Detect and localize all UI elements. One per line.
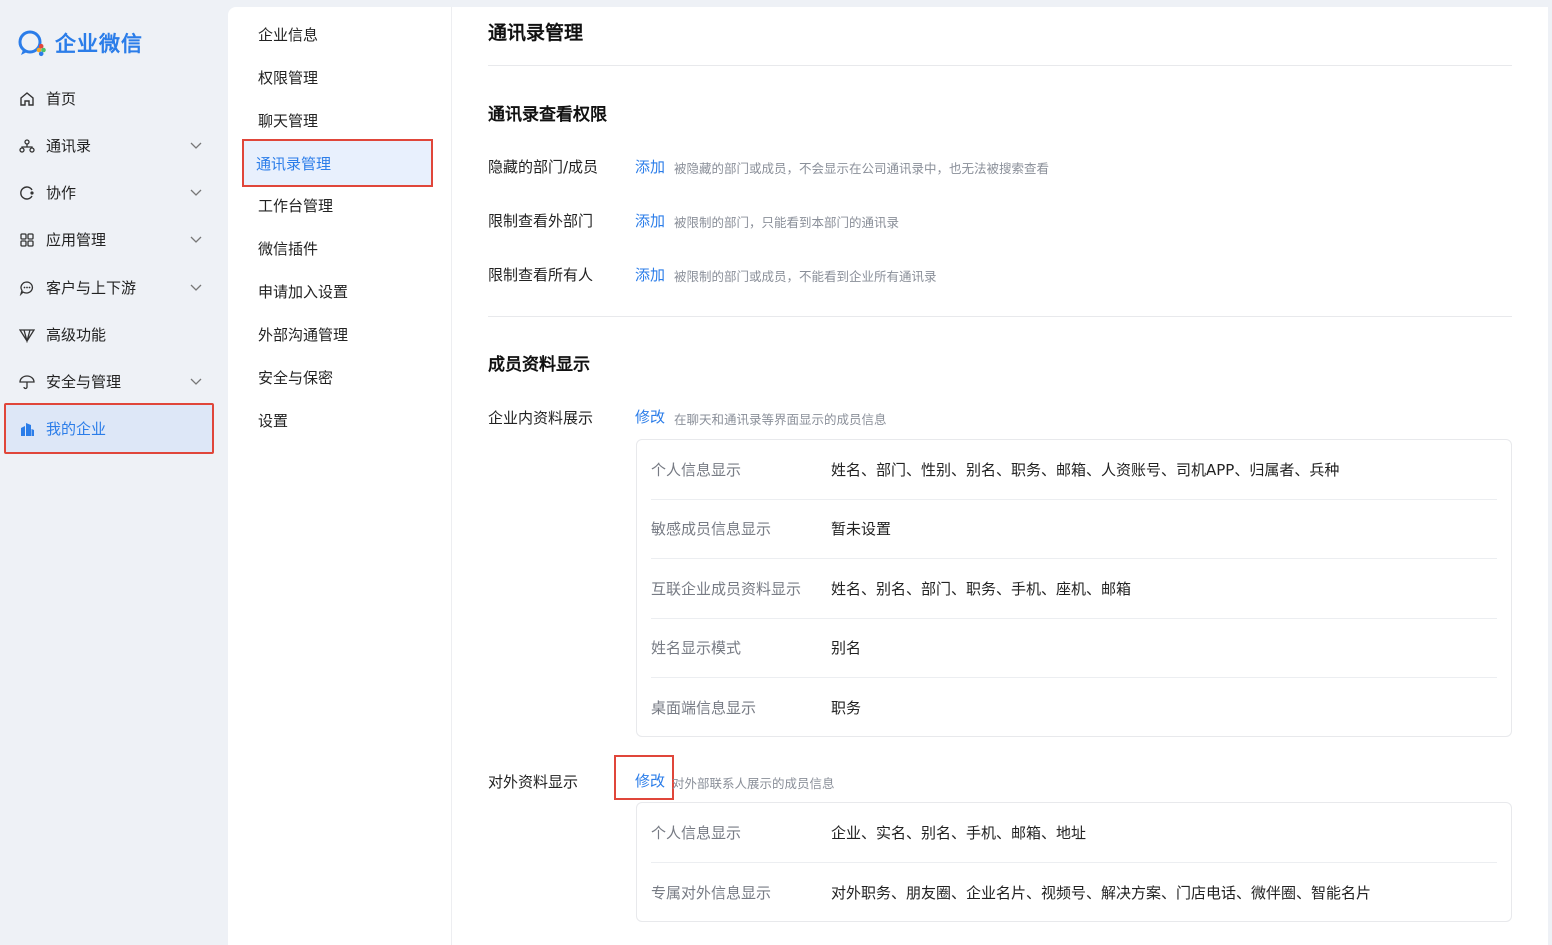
brand-name: 企业微信 <box>55 32 143 56</box>
info-value: 姓名、部门、性别、别名、职务、邮箱、人资账号、司机APP、归属者、兵种 <box>831 460 1340 479</box>
hidden-members-add-link[interactable]: 添加 <box>635 156 665 177</box>
subnav-item-external-comm[interactable]: 外部沟通管理 <box>244 312 432 357</box>
nav-label: 通讯录 <box>46 137 92 155</box>
main-content: 通讯录管理 通讯录查看权限 隐藏的部门/成员 添加 被隐藏的部门或成员，不会显示… <box>488 7 1512 945</box>
chevron-down-icon[interactable] <box>190 281 202 293</box>
sub-nav: 企业信息 权限管理 聊天管理 通讯录管理 工作台管理 微信插件 申请加入设置 外… <box>228 7 452 945</box>
info-key: 个人信息显示 <box>651 460 742 479</box>
internal-display-desc: 在聊天和通讯录等界面显示的成员信息 <box>674 412 887 427</box>
home-icon <box>18 90 36 108</box>
chevron-down-icon[interactable] <box>190 186 202 198</box>
info-key: 姓名显示模式 <box>651 639 742 658</box>
nav-item-advanced[interactable]: 高级功能 <box>4 311 214 358</box>
info-row: 专属对外信息显示 对外职务、朋友圈、企业名片、视频号、解决方案、门店电话、微伴圈… <box>651 863 1497 923</box>
nav-item-contacts[interactable]: 通讯录 <box>4 122 214 169</box>
subnav-item-join-settings[interactable]: 申请加入设置 <box>244 269 432 314</box>
nav-item-home[interactable]: 首页 <box>4 75 214 122</box>
left-nav: 企业微信 首页 通讯录 协作 应用管理 客户与上下游 高级功能 安全与管理 我的… <box>0 0 228 945</box>
external-display-box: 个人信息显示 企业、实名、别名、手机、邮箱、地址 专属对外信息显示 对外职务、朋… <box>636 802 1512 922</box>
divider <box>488 65 1512 66</box>
subnav-item-settings[interactable]: 设置 <box>244 398 432 443</box>
page-title: 通讯录管理 <box>488 22 584 44</box>
internal-display-box: 个人信息显示 姓名、部门、性别、别名、职务、邮箱、人资账号、司机APP、归属者、… <box>636 439 1512 737</box>
nav-item-apps[interactable]: 应用管理 <box>4 216 214 263</box>
info-key: 桌面端信息显示 <box>651 699 757 718</box>
info-row: 个人信息显示 企业、实名、别名、手机、邮箱、地址 <box>651 803 1497 863</box>
external-display-desc: 对外部联系人展示的成员信息 <box>672 776 835 791</box>
internal-display-label: 企业内资料展示 <box>488 409 594 427</box>
nav-item-security[interactable]: 安全与管理 <box>4 358 214 405</box>
nav-label: 高级功能 <box>46 326 107 344</box>
info-row: 互联企业成员资料显示 姓名、别名、部门、职务、手机、座机、邮箱 <box>651 559 1497 619</box>
divider <box>488 316 1512 317</box>
subnav-item-permissions[interactable]: 权限管理 <box>244 55 432 100</box>
nav-label: 安全与管理 <box>46 373 122 391</box>
brand-logo[interactable]: 企业微信 <box>17 28 143 58</box>
restrict-all-desc: 被限制的部门或成员，不能看到企业所有通讯录 <box>674 269 937 284</box>
restrict-all-add-link[interactable]: 添加 <box>635 264 665 285</box>
subnav-item-security[interactable]: 安全与保密 <box>244 355 432 400</box>
info-key: 敏感成员信息显示 <box>651 520 772 539</box>
nav-label: 我的企业 <box>46 420 107 438</box>
info-value: 企业、实名、别名、手机、邮箱、地址 <box>831 823 1087 842</box>
restrict-external-dept-desc: 被限制的部门，只能看到本部门的通讯录 <box>674 215 900 230</box>
info-value: 暂未设置 <box>831 520 892 539</box>
info-row: 桌面端信息显示 职务 <box>651 678 1497 738</box>
restrict-external-dept-add-link[interactable]: 添加 <box>635 210 665 231</box>
info-key: 专属对外信息显示 <box>651 883 772 902</box>
internal-display-edit-link[interactable]: 修改 <box>635 406 665 427</box>
subnav-item-chat[interactable]: 聊天管理 <box>244 98 432 143</box>
info-row: 敏感成员信息显示 暂未设置 <box>651 500 1497 559</box>
info-row: 个人信息显示 姓名、部门、性别、别名、职务、邮箱、人资账号、司机APP、归属者、… <box>651 440 1497 500</box>
subnav-item-workbench[interactable]: 工作台管理 <box>244 183 432 228</box>
restrict-all-label: 限制查看所有人 <box>488 266 594 284</box>
hidden-members-label: 隐藏的部门/成员 <box>488 158 599 176</box>
info-value: 别名 <box>831 639 862 658</box>
nav-label: 应用管理 <box>46 231 107 249</box>
grid-icon <box>18 231 36 249</box>
chevron-down-icon[interactable] <box>190 139 202 151</box>
section-title-view-permission: 通讯录查看权限 <box>488 105 607 125</box>
subnav-item-wechat-plugin[interactable]: 微信插件 <box>244 226 432 271</box>
nav-label: 首页 <box>46 90 77 108</box>
restrict-external-dept-label: 限制查看外部门 <box>488 212 594 230</box>
nav-item-customers[interactable]: 客户与上下游 <box>4 264 214 311</box>
company-icon <box>18 420 36 438</box>
content-panel: 企业信息 权限管理 聊天管理 通讯录管理 工作台管理 微信插件 申请加入设置 外… <box>228 7 1548 945</box>
external-display-label: 对外资料显示 <box>488 773 579 791</box>
external-display-edit-link[interactable]: 修改 <box>635 770 665 791</box>
info-row: 姓名显示模式 别名 <box>651 619 1497 678</box>
chevron-down-icon[interactable] <box>190 233 202 245</box>
info-value: 职务 <box>831 699 862 718</box>
diamond-icon <box>18 326 36 344</box>
nav-item-collab[interactable]: 协作 <box>4 169 214 216</box>
subnav-item-company-info[interactable]: 企业信息 <box>244 12 432 57</box>
chevron-down-icon[interactable] <box>190 375 202 387</box>
chat-bubble-icon <box>18 279 36 297</box>
nav-item-my-company[interactable]: 我的企业 <box>4 403 214 454</box>
nav-label: 协作 <box>46 184 77 202</box>
collab-icon <box>18 184 36 202</box>
nav-label: 客户与上下游 <box>46 279 137 297</box>
info-value: 对外职务、朋友圈、企业名片、视频号、解决方案、门店电话、微伴圈、智能名片 <box>831 883 1372 902</box>
org-chart-icon <box>18 137 36 155</box>
hidden-members-desc: 被隐藏的部门或成员，不会显示在公司通讯录中，也无法被搜索查看 <box>674 161 1050 176</box>
subnav-item-contacts-management[interactable]: 通讯录管理 <box>242 139 433 187</box>
section-title-member-display: 成员资料显示 <box>488 355 590 375</box>
info-key: 个人信息显示 <box>651 823 742 842</box>
info-key: 互联企业成员资料显示 <box>651 579 802 598</box>
info-value: 姓名、别名、部门、职务、手机、座机、邮箱 <box>831 579 1132 598</box>
umbrella-icon <box>18 373 36 391</box>
wecom-logo-icon <box>18 30 46 57</box>
